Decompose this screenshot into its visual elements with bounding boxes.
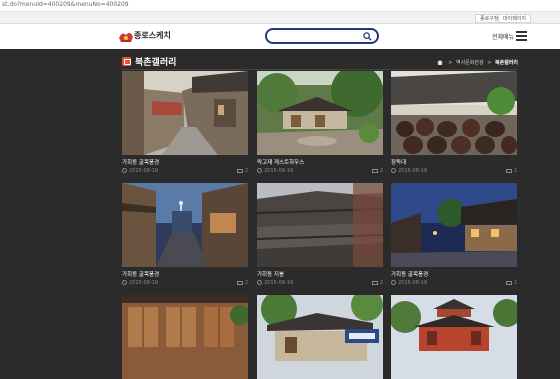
hamburger-icon[interactable] bbox=[516, 31, 527, 41]
card-date: 2015-08-19 bbox=[122, 280, 158, 286]
photo-icon bbox=[371, 168, 378, 173]
card-count-text: 2 bbox=[513, 280, 517, 286]
page-title: 북촌갤러리 bbox=[135, 58, 177, 68]
card-caption: 락고재 게스트하우스 bbox=[257, 160, 305, 166]
search-box[interactable] bbox=[265, 28, 379, 44]
card-photo-count: 2 bbox=[371, 280, 383, 286]
photo-icon bbox=[505, 280, 512, 285]
logo-icon bbox=[119, 32, 133, 42]
gallery-thumbnail[interactable] bbox=[122, 183, 248, 267]
logo-text: 종로스케치 bbox=[134, 31, 171, 40]
gallery-thumbnail[interactable] bbox=[122, 295, 248, 379]
card-count-text: 2 bbox=[244, 280, 248, 286]
photo-icon bbox=[236, 168, 243, 173]
clock-icon bbox=[257, 168, 262, 173]
card-date-text: 2015-08-19 bbox=[398, 168, 428, 174]
clock-icon bbox=[391, 168, 396, 173]
card-date: 2015-08-19 bbox=[257, 168, 293, 174]
photo-icon bbox=[505, 168, 512, 173]
gallery-thumbnail[interactable] bbox=[391, 183, 517, 267]
breadcrumb-item[interactable]: 역사문화관광 bbox=[456, 60, 484, 66]
card-caption: 가회동 골목풍경 bbox=[391, 272, 429, 278]
gallery-thumbnail[interactable] bbox=[391, 295, 517, 379]
url-text: st.do?menuId=400209&menuNo=400209 bbox=[2, 1, 129, 8]
utility-bar: 종로구청 마이페이지 bbox=[0, 12, 560, 24]
card-date-text: 2015-08-19 bbox=[129, 168, 159, 174]
photo-icon bbox=[236, 280, 243, 285]
site-header: 종로스케치 전체메뉴 bbox=[0, 24, 560, 49]
card-date: 2015-08-19 bbox=[122, 168, 158, 174]
card-photo-count: 2 bbox=[236, 280, 248, 286]
gallery-title-icon bbox=[122, 57, 131, 66]
card-date-text: 2015-08-19 bbox=[264, 280, 294, 286]
card-photo-count: 2 bbox=[236, 168, 248, 174]
card-date-text: 2015-08-19 bbox=[129, 280, 159, 286]
card-photo-count: 2 bbox=[371, 168, 383, 174]
card-caption: 가회동 골목풍경 bbox=[122, 160, 160, 166]
breadcrumb-separator: > bbox=[448, 60, 453, 66]
page-title-row: 북촌갤러리 > 역사문화관광 > 북촌갤러리 bbox=[122, 55, 518, 69]
card-count-text: 2 bbox=[244, 168, 248, 174]
card-count-text: 2 bbox=[379, 280, 383, 286]
site-logo[interactable]: 종로스케치 bbox=[118, 27, 178, 45]
gallery-thumbnail[interactable] bbox=[257, 183, 383, 267]
search-input[interactable] bbox=[273, 31, 361, 42]
card-caption: 가회동 지붕 bbox=[257, 272, 285, 278]
card-date: 2015-08-19 bbox=[391, 168, 427, 174]
clock-icon bbox=[391, 280, 396, 285]
home-icon[interactable] bbox=[436, 60, 443, 65]
card-count-text: 2 bbox=[513, 168, 517, 174]
card-photo-count: 2 bbox=[505, 280, 517, 286]
card-caption: 장독대 bbox=[391, 160, 407, 166]
card-caption: 가회동 골목풍경 bbox=[122, 272, 160, 278]
breadcrumb-current: 북촌갤러리 bbox=[494, 60, 518, 66]
clock-icon bbox=[257, 280, 262, 285]
card-date-text: 2015-08-19 bbox=[264, 168, 294, 174]
all-menu-label[interactable]: 전체메뉴 bbox=[492, 32, 514, 41]
clock-icon bbox=[122, 168, 127, 173]
gallery-thumbnail[interactable] bbox=[122, 71, 248, 155]
card-count-text: 2 bbox=[379, 168, 383, 174]
title-divider bbox=[122, 69, 518, 70]
gallery-thumbnail[interactable] bbox=[391, 71, 517, 155]
clock-icon bbox=[122, 280, 127, 285]
card-date-text: 2015-08-19 bbox=[398, 280, 428, 286]
card-date: 2015-08-19 bbox=[391, 280, 427, 286]
link-my-page[interactable]: 마이페이지 bbox=[498, 14, 532, 23]
card-photo-count: 2 bbox=[505, 168, 517, 174]
breadcrumb: > 역사문화관광 > 북촌갤러리 bbox=[436, 59, 518, 66]
gallery-thumbnail[interactable] bbox=[257, 71, 383, 155]
gallery-thumbnail[interactable] bbox=[257, 295, 383, 379]
card-date: 2015-08-19 bbox=[257, 280, 293, 286]
photo-icon bbox=[371, 280, 378, 285]
browser-url-bar[interactable]: st.do?menuId=400209&menuNo=400209 bbox=[0, 0, 560, 12]
breadcrumb-separator: > bbox=[487, 60, 492, 66]
search-icon[interactable] bbox=[363, 32, 372, 41]
